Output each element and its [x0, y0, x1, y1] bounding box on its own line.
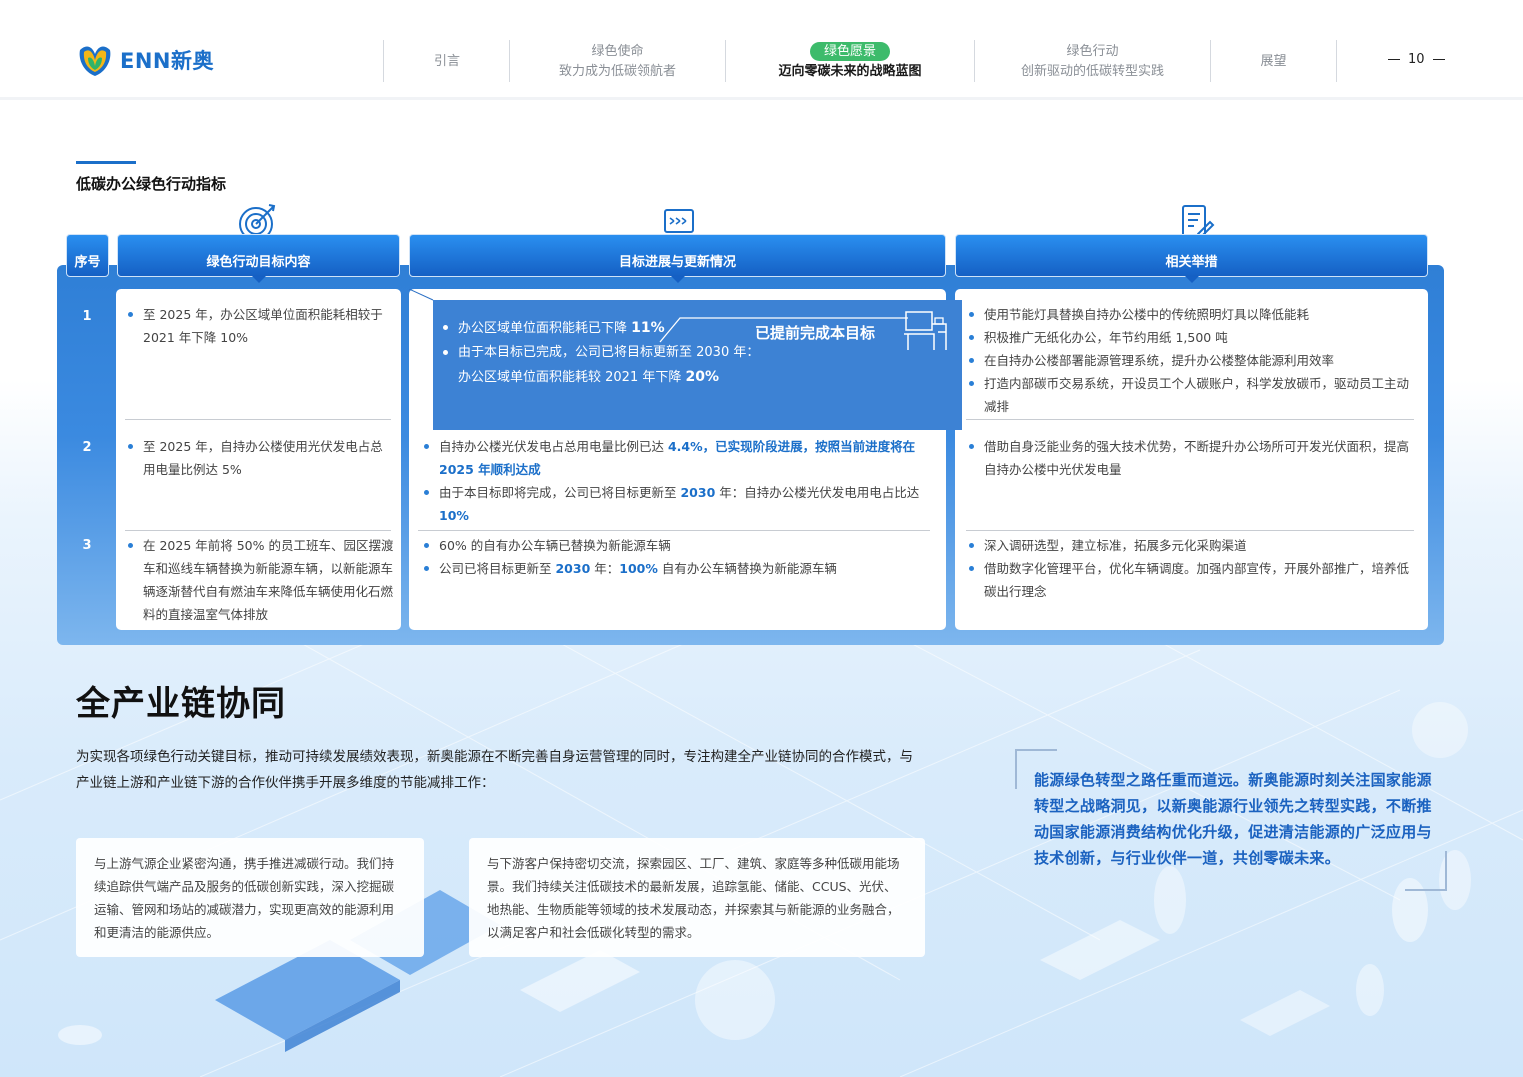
list-item: 60% 的自有办公车辆已替换为新能源车辆 — [421, 534, 935, 557]
nav-item-action[interactable]: 绿色行动 创新驱动的低碳转型实践 — [975, 42, 1210, 82]
upstream-card: 与上游气源企业紧密沟通，携手推进减碳行动。我们持续追踪供气端产品及服务的低碳创新… — [76, 838, 424, 957]
list-item: 深入调研选型，建立标准，拓展多元化采购渠道 — [966, 534, 1418, 557]
downstream-card-text: 与下游客户保持密切交流，探索园区、工厂、建筑、家庭等多种低碳用能场景。我们持续关… — [487, 856, 900, 940]
company-logo[interactable]: ENN新奥 — [76, 42, 214, 78]
progress-cell-2: 自持办公楼光伏发电占总用电量比例已达 4.4%，已实现阶段进展，按照当前进度将在… — [421, 435, 935, 527]
page-number-value: 10 — [1408, 52, 1425, 67]
nav-item-mission[interactable]: 绿色使命 致力成为低碳领航者 — [510, 42, 725, 82]
chain-title: 全产业链协同 — [76, 684, 286, 724]
list-item: 借助自身泛能业务的强大技术优势，不断提升办公场所可开发光伏面积，提高自持办公楼中… — [966, 435, 1418, 481]
header-measures: 相关举措 — [955, 234, 1428, 283]
progress-text: 自持办公楼光伏发电占总用电量比例已达 — [439, 439, 668, 454]
row-divider — [125, 419, 391, 420]
nav-item-sublabel: 创新驱动的低碳转型实践 — [1020, 64, 1164, 79]
row-divider — [418, 530, 930, 531]
measures-cell-1: 使用节能灯具替换自持办公楼中的传统照明灯具以降低能耗 积极推广无纸化办公，年节约… — [966, 303, 1418, 418]
list-item: 借助数字化管理平台，优化车辆调度。加强内部宣传，开展外部推广，培养低碳出行理念 — [966, 557, 1418, 603]
completed-badge: 已提前完成本目标 — [755, 324, 876, 342]
progress-text: 公司已将目标更新至 — [439, 561, 556, 576]
nav-item-label: 展望 — [1260, 54, 1287, 69]
header-target-label: 绿色行动目标内容 — [206, 255, 311, 270]
header-seq: 序号 — [66, 234, 109, 277]
progress-year: 2030 — [680, 485, 716, 500]
row-seq: 3 — [82, 538, 92, 553]
enn-logo-icon — [79, 46, 111, 76]
list-item: 使用节能灯具替换自持办公楼中的传统照明灯具以降低能耗 — [966, 303, 1418, 326]
active-nav-pill: 绿色愿景 — [809, 42, 890, 61]
nav-item-vision-active[interactable]: 绿色愿景 迈向零碳未来的战略蓝图 — [726, 42, 974, 82]
nav-item-label: 绿色使命 — [591, 44, 644, 59]
list-item: 公司已将目标更新至 2030 年：100% 自有办公车辆替换为新能源车辆 — [421, 557, 935, 580]
progress-value: 100% — [619, 561, 658, 576]
list-item: 在自持办公楼部署能源管理系统，提升办公楼整体能源利用效率 — [966, 349, 1418, 372]
list-item: 办公区域单位面积能耗已下降 11% — [440, 316, 759, 341]
nav-item-label: 绿色行动 — [1066, 44, 1119, 59]
progress-text: 年：自持办公楼光伏发电用电占比达 — [715, 485, 920, 500]
target-cell-2: 至 2025 年，自持办公楼使用光伏发电占总用电量比例达 5% — [125, 435, 395, 481]
section-title-bar — [76, 161, 136, 164]
progress-text: 办公区域单位面积能耗已下降 — [458, 321, 632, 336]
header-progress: 目标进展与更新情况 — [409, 234, 946, 283]
list-item: 自持办公楼光伏发电占总用电量比例已达 4.4%，已实现阶段进展，按照当前进度将在… — [421, 435, 935, 481]
nav-item-sublabel: 迈向零碳未来的战略蓝图 — [778, 64, 922, 79]
office-desk-icon — [904, 311, 947, 350]
progress-text: 由于本目标即将完成，公司已将目标更新至 — [439, 485, 681, 500]
progress-year: 2030 — [555, 561, 591, 576]
list-item: 至 2025 年，自持办公楼使用光伏发电占总用电量比例达 5% — [125, 435, 395, 481]
logo-text: ENN新奥 — [120, 49, 214, 73]
page-number: 10 — [1388, 52, 1445, 67]
header-seq-label: 序号 — [74, 255, 101, 270]
progress-value: 11% — [631, 320, 665, 336]
progress-text: 自有办公车辆替换为新能源车辆 — [657, 561, 837, 576]
row-divider — [966, 530, 1414, 531]
measures-cell-3: 深入调研选型，建立标准，拓展多元化采购渠道 借助数字化管理平台，优化车辆调度。加… — [966, 534, 1418, 603]
page-header: ENN新奥 引言 绿色使命 致力成为低碳领航者 绿色愿景 迈向零碳未来的战略蓝图… — [0, 0, 1523, 100]
chain-intro: 为实现各项绿色行动关键目标，推动可持续发展绩效表现，新奥能源在不断完善自身运营管… — [76, 749, 913, 791]
progress-text: 办公区域单位面积能耗较 2021 年下降 — [458, 370, 686, 385]
header-progress-label: 目标进展与更新情况 — [618, 255, 736, 270]
target-cell-3: 在 2025 年前将 50% 的员工班车、园区摆渡车和巡线车辆替换为新能源车辆，… — [125, 534, 395, 626]
progress-text: 年： — [590, 561, 620, 576]
vision-quote: 能源绿色转型之路任重而道远。新奥能源时刻关注国家能源转型之战略洞见，以新奥能源行… — [1034, 771, 1432, 867]
row-divider — [125, 530, 391, 531]
progress-cell-3: 60% 的自有办公车辆已替换为新能源车辆 公司已将目标更新至 2030 年：10… — [421, 534, 935, 580]
progress-value: 10% — [439, 508, 469, 523]
downstream-card: 与下游客户保持密切交流，探索园区、工厂、建筑、家庭等多种低碳用能场景。我们持续关… — [469, 838, 925, 957]
nav-item-intro[interactable]: 引言 — [384, 52, 510, 72]
nav-item-sublabel: 致力成为低碳领航者 — [558, 64, 676, 79]
nav-divider — [1336, 40, 1337, 82]
header-measures-label: 相关举措 — [1165, 255, 1218, 270]
header-target: 绿色行动目标内容 — [117, 234, 400, 283]
progress-text: 由于本目标已完成，公司已将目标更新至 2030 年： — [458, 345, 760, 360]
list-item: 打造内部碳币交易系统，开设员工个人碳账户，科学发放碳币，驱动员工主动减排 — [966, 372, 1418, 418]
list-item: 由于本目标已完成，公司已将目标更新至 2030 年： 办公区域单位面积能耗较 20… — [440, 341, 759, 390]
section-title: 低碳办公绿色行动指标 — [76, 175, 227, 193]
row-seq: 1 — [82, 309, 92, 324]
row-divider — [966, 419, 1414, 420]
progress-value: 20% — [685, 369, 719, 385]
list-item: 在 2025 年前将 50% 的员工班车、园区摆渡车和巡线车辆替换为新能源车辆，… — [125, 534, 395, 626]
upstream-card-text: 与上游气源企业紧密沟通，携手推进减碳行动。我们持续追踪供气端产品及服务的低碳创新… — [94, 856, 395, 940]
list-item: 至 2025 年，办公区域单位面积能耗相较于 2021 年下降 10% — [125, 303, 393, 349]
nav-item-label: 引言 — [433, 54, 460, 69]
list-item: 积极推广无纸化办公，年节约用纸 1,500 吨 — [966, 326, 1418, 349]
panel-fold-corner — [409, 289, 434, 301]
target-cell-1: 至 2025 年，办公区域单位面积能耗相较于 2021 年下降 10% — [125, 303, 393, 349]
list-item: 由于本目标即将完成，公司已将目标更新至 2030 年：自持办公楼光伏发电用电占比… — [421, 481, 935, 527]
progress-cell-1: 办公区域单位面积能耗已下降 11% 由于本目标已完成，公司已将目标更新至 203… — [440, 316, 759, 390]
measures-cell-2: 借助自身泛能业务的强大技术优势，不断提升办公场所可开发光伏面积，提高自持办公楼中… — [966, 435, 1418, 481]
row-seq: 2 — [82, 440, 92, 455]
nav-item-outlook[interactable]: 展望 — [1211, 52, 1336, 72]
